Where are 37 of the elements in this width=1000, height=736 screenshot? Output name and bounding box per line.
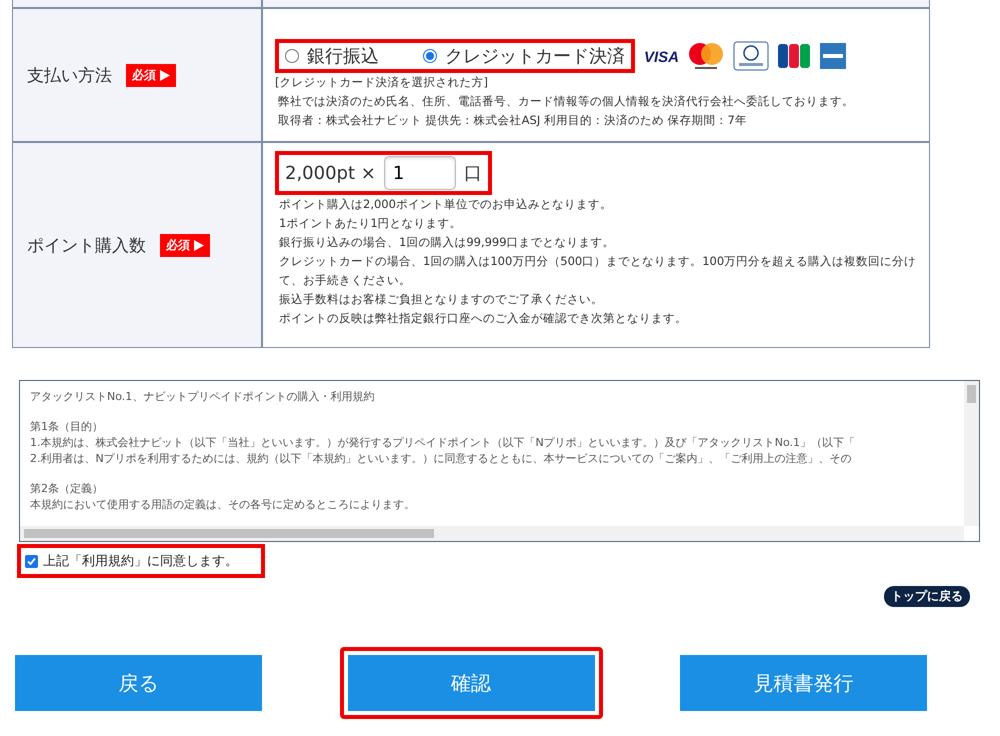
note-text: 取得者：株式会社ナビット 提供先：株式会社ASJ 利用目的：決済のため 保存期間：7年 <box>277 112 748 129</box>
quantity-input[interactable]: 1 <box>384 156 456 190</box>
agree-checkbox[interactable] <box>25 554 38 568</box>
vertical-scrollbar[interactable] <box>964 381 979 526</box>
note-text: クレジットカードの場合、1回の購入は100万円分（500口）までとなります。100万円分を超える購入は複数回に分けて、お手続きください。 <box>278 253 918 289</box>
back-to-top-link[interactable]: トップに戻る <box>884 586 970 607</box>
terms-text: 2.利用者は、Nプリポを利用するためには、規約（以下「本規約」といいます。）に同意するとともに、本サービスについての「ご案内」、「ご利用上の注意」、その <box>30 451 853 467</box>
terms-text: 1.本規約は、株式会社ナビット（以下「当社」といいます。）が発行するプリペイドポイント（以下「Nプリポ」といいます。）及び「アタックリストNo.1」（以下「 <box>30 435 856 451</box>
payment-radio[interactable]: クレジットカード決済 <box>423 44 625 68</box>
note-text: 弊社では決済のため氏名、住所、電話番号、カード情報等の個人情報を決済代行会社へ委託しております。 <box>277 93 855 110</box>
field-label: 支払い方法 <box>27 64 112 86</box>
horizontal-scrollbar[interactable] <box>20 526 964 541</box>
amex-logo <box>819 42 847 70</box>
note-text: [クレジットカード決済を選択された方] <box>275 74 489 91</box>
note-text: 振込手数料はお客様ご負担となりますのでご了承ください。 <box>278 291 604 308</box>
diners-club-logo <box>733 41 769 71</box>
play-triangle-icon <box>160 70 170 80</box>
play-triangle-icon <box>194 240 204 250</box>
note-text: 1ポイントあたり1円となります。 <box>278 215 463 232</box>
jcb-logo <box>777 42 811 70</box>
visa-logo: VISA <box>643 45 679 67</box>
note-text: ポイント購入は2,000ポイント単位でのお申込みとなります。 <box>278 196 613 213</box>
terms-text: アタックリストNo.1、ナビットプリペイドポイントの購入・利用規約 <box>30 389 376 405</box>
field-label: ポイント購入数 <box>27 234 146 256</box>
terms-text: 第1条（目的） <box>30 419 104 435</box>
terms-textarea[interactable] <box>19 380 980 542</box>
required-badge: 必須 <box>126 64 176 86</box>
terms-text: 本規約において使用する用語の定義は、その各号に定めるところによります。 <box>30 497 416 513</box>
note-text: ポイントの反映は弊社指定銀行口座へのご入金が確認でき次第となります。 <box>278 310 688 327</box>
terms-text: 第2条（定義） <box>30 481 104 497</box>
unit-text: 口 <box>464 162 482 185</box>
required-badge: 必須 <box>160 234 210 256</box>
mastercard-logo <box>687 41 725 71</box>
agree-label: 上記「利用規約」に同意します。 <box>43 553 238 570</box>
note-text: 銀行振り込みの場合、1回の購入は99,999口までとなります。 <box>278 234 616 251</box>
payment-radio[interactable]: 銀行振込 <box>285 44 379 68</box>
unit-price-text: 2,000pt × <box>285 162 376 184</box>
